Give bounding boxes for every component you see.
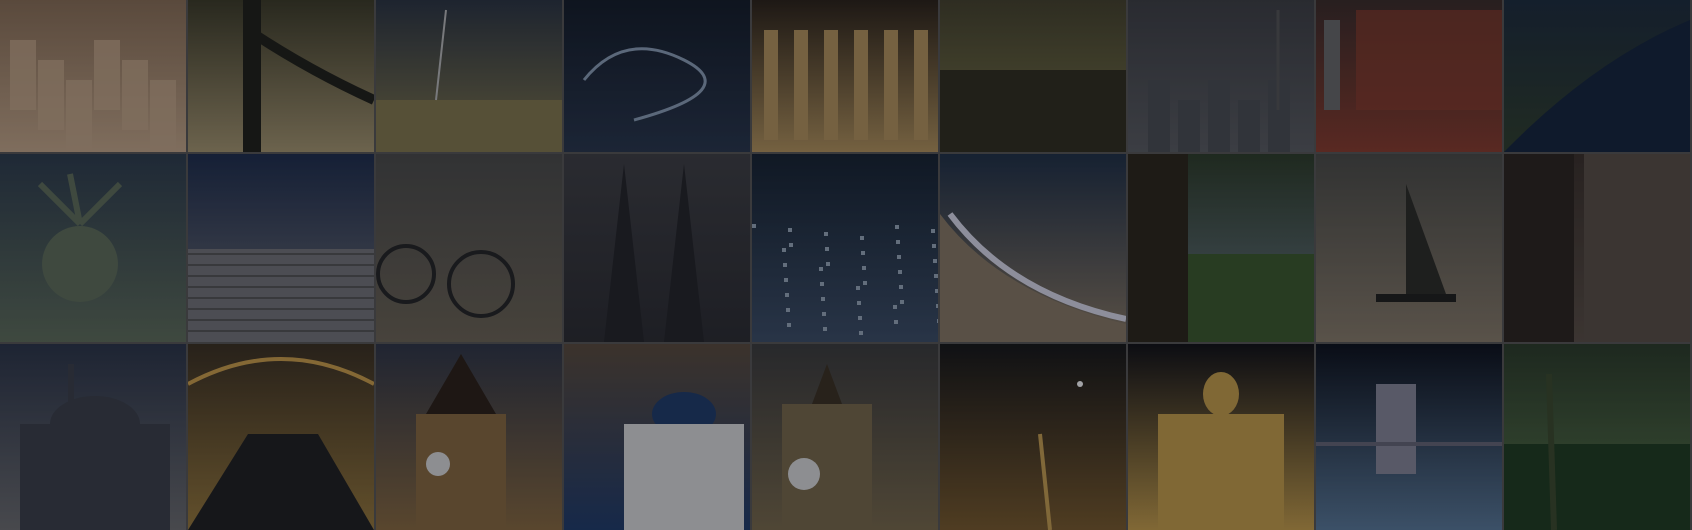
sailboat-icon xyxy=(1316,154,1502,342)
columns-icon xyxy=(752,0,938,152)
tunnel-icon xyxy=(188,344,374,530)
statue-icon xyxy=(0,154,186,342)
clocktower-icon xyxy=(376,344,562,530)
photo-mosaic-background xyxy=(0,0,1692,530)
skyscraper-icon xyxy=(1504,154,1690,342)
pond-icon xyxy=(940,0,1126,152)
boat-icon xyxy=(564,0,750,152)
photo-tile-skyscrapers-upward xyxy=(1504,154,1690,342)
nightstreet-icon xyxy=(940,344,1126,530)
photo-tile-sailboat-sea xyxy=(1316,154,1502,342)
photo-tile-gothic-cathedral xyxy=(564,154,750,342)
photo-tile-plowed-field xyxy=(188,154,374,342)
field-icon xyxy=(188,154,374,342)
mosque-icon xyxy=(0,344,186,530)
city-icon xyxy=(752,154,938,342)
photo-tile-city-night-aerial xyxy=(752,154,938,342)
photo-tile-palm-trees xyxy=(1504,344,1690,530)
photo-tile-city-night-street xyxy=(940,344,1126,530)
train-icon xyxy=(1316,0,1502,152)
bicycle-icon xyxy=(376,154,562,342)
photo-tile-boat-wake-sea xyxy=(564,0,750,152)
photo-tile-mosque-domes xyxy=(0,344,186,530)
skyline-icon xyxy=(1128,0,1314,152)
photo-tile-train-motion-blur xyxy=(1316,0,1502,152)
photo-tile-forest-river xyxy=(1504,0,1690,152)
palm-icon xyxy=(1504,344,1690,530)
photo-tile-big-ben xyxy=(752,344,938,530)
photo-tile-santorini-village xyxy=(0,0,186,152)
river-icon xyxy=(1504,0,1690,152)
photo-tile-bicycle-street xyxy=(376,154,562,342)
photo-tile-ocean-shore xyxy=(940,154,1126,342)
photo-tile-santorini-blue-dome xyxy=(564,344,750,530)
photo-tile-tunnel-lights xyxy=(188,344,374,530)
photo-tile-pond-trees xyxy=(940,0,1126,152)
cathedral-icon xyxy=(564,154,750,342)
photo-tile-chain-bridge-night xyxy=(1316,344,1502,530)
photo-tile-foggy-skyline xyxy=(1128,0,1314,152)
photo-tile-statue-of-liberty xyxy=(0,154,186,342)
bridge-icon xyxy=(188,0,374,152)
golden-cathedral-icon xyxy=(1128,344,1314,530)
photo-tile-temple-columns xyxy=(752,0,938,152)
photo-tile-clock-tower-graz xyxy=(376,344,562,530)
photo-tile-wheat-field-pylon xyxy=(376,0,562,152)
waves-icon xyxy=(940,154,1126,342)
dome-icon xyxy=(564,344,750,530)
bigben-icon xyxy=(752,344,938,530)
tree-icon xyxy=(1128,154,1314,342)
suspension-bridge-icon xyxy=(1316,344,1502,530)
village-icon xyxy=(0,0,186,152)
photo-tile-cathedral-night-lit xyxy=(1128,344,1314,530)
photo-tile-bridge-over-river xyxy=(188,0,374,152)
pylon-icon xyxy=(376,0,562,152)
photo-tile-tree-trunk-meadow xyxy=(1128,154,1314,342)
